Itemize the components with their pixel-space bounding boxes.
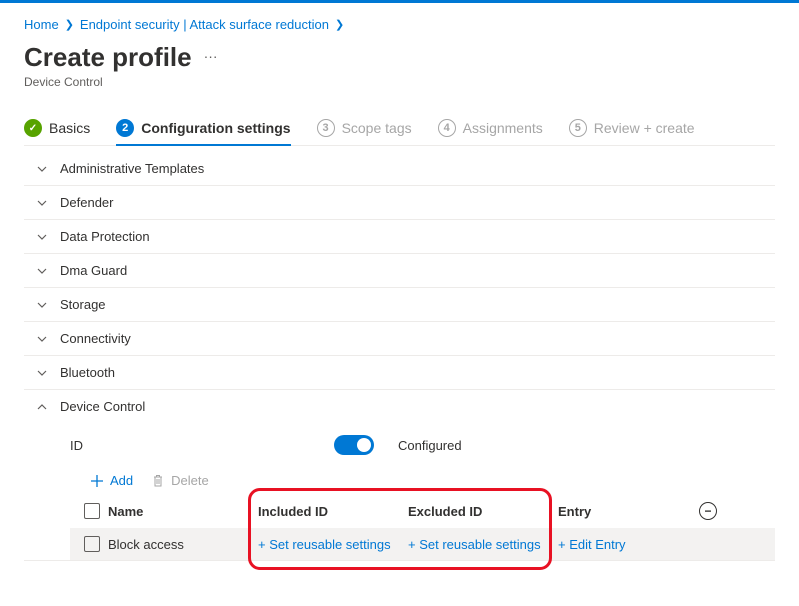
- section-dma-guard[interactable]: Dma Guard: [24, 254, 775, 287]
- wizard-step-scope-tags[interactable]: 3 Scope tags: [317, 119, 412, 145]
- chevron-down-icon: [36, 232, 48, 242]
- chevron-down-icon: [36, 164, 48, 174]
- page-title: Create profile: [24, 42, 192, 73]
- row-name: Block access: [108, 537, 258, 552]
- section-label: Device Control: [60, 399, 145, 414]
- configured-toggle[interactable]: [334, 435, 374, 455]
- section-label: Connectivity: [60, 331, 131, 346]
- rules-table: Name Included ID Excluded ID Entry − Blo…: [70, 496, 775, 560]
- step-number-badge: 2: [116, 119, 134, 137]
- section-connectivity[interactable]: Connectivity: [24, 322, 775, 355]
- wizard-step-basics[interactable]: ✓ Basics: [24, 119, 90, 145]
- col-excluded-id: Excluded ID: [408, 504, 558, 519]
- wizard-step-label: Review + create: [594, 120, 695, 136]
- add-label: Add: [110, 473, 133, 488]
- section-label: Dma Guard: [60, 263, 127, 278]
- col-included-id: Included ID: [258, 504, 408, 519]
- section-bluetooth[interactable]: Bluetooth: [24, 356, 775, 389]
- step-number-badge: 5: [569, 119, 587, 137]
- set-included-reusable-link[interactable]: + Set reusable settings: [258, 537, 408, 552]
- section-storage[interactable]: Storage: [24, 288, 775, 321]
- plus-icon: [90, 474, 104, 488]
- col-name: Name: [108, 504, 258, 519]
- chevron-right-icon: ❯: [335, 18, 344, 31]
- wizard-step-assignments[interactable]: 4 Assignments: [438, 119, 543, 145]
- wizard-step-label: Basics: [49, 120, 90, 136]
- more-actions-button[interactable]: ···: [204, 48, 218, 66]
- row-checkbox[interactable]: [84, 536, 100, 552]
- wizard-step-label: Configuration settings: [141, 120, 290, 136]
- add-button[interactable]: Add: [90, 473, 133, 488]
- delete-label: Delete: [171, 473, 209, 488]
- chevron-right-icon: ❯: [65, 18, 74, 31]
- step-number-badge: 3: [317, 119, 335, 137]
- breadcrumb: Home ❯ Endpoint security | Attack surfac…: [24, 13, 775, 40]
- check-icon: ✓: [24, 119, 42, 137]
- set-excluded-reusable-link[interactable]: + Set reusable settings: [408, 537, 558, 552]
- chevron-down-icon: [36, 198, 48, 208]
- section-label: Administrative Templates: [60, 161, 204, 176]
- chevron-down-icon: [36, 266, 48, 276]
- section-label: Storage: [60, 297, 106, 312]
- breadcrumb-section[interactable]: Endpoint security | Attack surface reduc…: [80, 17, 329, 32]
- section-data-protection[interactable]: Data Protection: [24, 220, 775, 253]
- wizard-step-configuration[interactable]: 2 Configuration settings: [116, 119, 290, 145]
- toggle-state-label: Configured: [398, 438, 462, 453]
- wizard-steps: ✓ Basics 2 Configuration settings 3 Scop…: [24, 119, 775, 146]
- chevron-up-icon: [36, 402, 48, 412]
- chevron-down-icon: [36, 368, 48, 378]
- section-administrative-templates[interactable]: Administrative Templates: [24, 152, 775, 185]
- delete-button: Delete: [151, 473, 209, 488]
- section-label: Defender: [60, 195, 113, 210]
- wizard-step-label: Assignments: [463, 120, 543, 136]
- section-defender[interactable]: Defender: [24, 186, 775, 219]
- col-entry: Entry: [558, 504, 688, 519]
- edit-entry-link[interactable]: + Edit Entry: [558, 537, 688, 552]
- section-label: Data Protection: [60, 229, 150, 244]
- step-number-badge: 4: [438, 119, 456, 137]
- section-label: Bluetooth: [60, 365, 115, 380]
- setting-id-label: ID: [70, 438, 310, 453]
- page-subtitle: Device Control: [24, 75, 775, 89]
- trash-icon: [151, 474, 165, 488]
- breadcrumb-home[interactable]: Home: [24, 17, 59, 32]
- select-all-checkbox[interactable]: [84, 503, 100, 519]
- chevron-down-icon: [36, 334, 48, 344]
- remove-column-icon[interactable]: −: [699, 502, 717, 520]
- wizard-step-label: Scope tags: [342, 120, 412, 136]
- section-device-control[interactable]: Device Control: [24, 390, 775, 423]
- table-row: Block access + Set reusable settings + S…: [70, 528, 775, 560]
- wizard-step-review[interactable]: 5 Review + create: [569, 119, 695, 145]
- chevron-down-icon: [36, 300, 48, 310]
